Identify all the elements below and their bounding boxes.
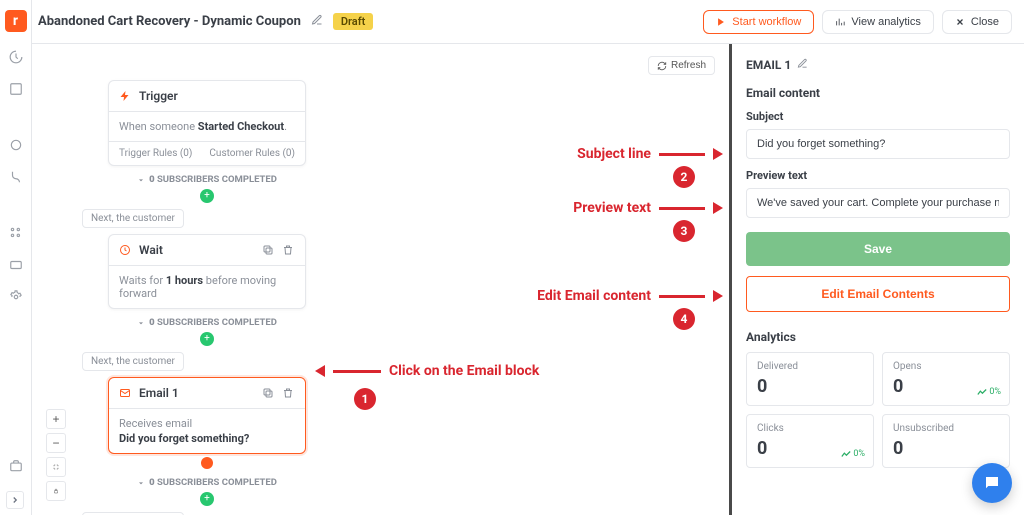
delete-handle[interactable] bbox=[201, 457, 213, 469]
panel-title: EMAIL 1 bbox=[746, 58, 1010, 72]
annotation-badge-4: 4 bbox=[673, 308, 695, 330]
branch-icon[interactable] bbox=[9, 170, 23, 184]
edit-email-contents-button[interactable]: Edit Email Contents bbox=[746, 276, 1010, 312]
metric-delivered[interactable]: Delivered 0 bbox=[746, 352, 874, 406]
gear-icon[interactable] bbox=[9, 290, 23, 304]
email-node-1[interactable]: Email 1 Receives email Did you forget so… bbox=[108, 377, 306, 454]
email-subject-preview: Did you forget something? bbox=[119, 432, 295, 445]
section-email-content: Email content bbox=[746, 86, 1010, 100]
metric-opens[interactable]: Opens 0 0% bbox=[882, 352, 1010, 406]
completed-counter: 0 SUBSCRIBERS COMPLETED bbox=[137, 317, 277, 328]
trend-up-icon: 0% bbox=[977, 387, 1001, 397]
zoom-fit-button[interactable] bbox=[46, 457, 66, 477]
annotation-3: Preview text bbox=[573, 200, 723, 216]
trash-icon[interactable] bbox=[281, 243, 295, 257]
layout-icon[interactable] bbox=[9, 82, 23, 96]
trigger-node[interactable]: Trigger When someone Started Checkout. T… bbox=[108, 80, 306, 166]
grid-icon[interactable] bbox=[9, 226, 23, 240]
zoom-controls: + − bbox=[46, 409, 66, 501]
refresh-button[interactable]: Refresh bbox=[648, 56, 715, 75]
close-label: Close bbox=[971, 16, 999, 28]
metric-unsubscribed[interactable]: Unsubscribed 0 bbox=[882, 414, 1010, 468]
card-icon[interactable] bbox=[9, 258, 23, 272]
workflow-canvas[interactable]: Refresh Trigger When someone Started Che… bbox=[32, 44, 732, 515]
copy-icon[interactable] bbox=[261, 386, 275, 400]
next-chip: Next, the customer bbox=[82, 352, 184, 371]
completed-counter: 0 SUBSCRIBERS COMPLETED bbox=[137, 477, 277, 488]
subject-input[interactable] bbox=[746, 129, 1010, 159]
start-workflow-label: Start workflow bbox=[732, 16, 801, 28]
workflow-title: Abandoned Cart Recovery - Dynamic Coupon bbox=[38, 14, 301, 29]
annotation-badge-1: 1 bbox=[354, 388, 376, 410]
subject-label: Subject bbox=[746, 110, 1010, 123]
side-panel: EMAIL 1 Email content Subject Preview te… bbox=[732, 44, 1024, 515]
trend-up-icon: 0% bbox=[841, 449, 865, 459]
next-chip: Next, the customer bbox=[82, 209, 184, 228]
trigger-title: Trigger bbox=[139, 89, 178, 103]
rail-collapse-toggle[interactable] bbox=[6, 491, 24, 509]
refresh-label: Refresh bbox=[671, 60, 706, 71]
wait-title: Wait bbox=[139, 243, 163, 257]
speed-icon[interactable] bbox=[9, 50, 23, 64]
trash-icon[interactable] bbox=[281, 386, 295, 400]
add-step-button[interactable]: + bbox=[200, 189, 214, 203]
copy-icon[interactable] bbox=[261, 243, 275, 257]
add-step-button[interactable]: + bbox=[200, 492, 214, 506]
timer-icon[interactable] bbox=[9, 138, 23, 152]
annotation-2: Subject line bbox=[577, 146, 723, 162]
annotation-4: Edit Email content bbox=[537, 288, 723, 304]
metric-clicks[interactable]: Clicks 0 0% bbox=[746, 414, 874, 468]
zoom-in-button[interactable]: + bbox=[46, 409, 66, 429]
wait-node-1[interactable]: Wait Waits for 1 hours before moving for… bbox=[108, 234, 306, 309]
zoom-lock-button[interactable] bbox=[46, 481, 66, 501]
start-workflow-button[interactable]: Start workflow bbox=[703, 10, 814, 34]
annotation-badge-3: 3 bbox=[673, 220, 695, 242]
top-bar: Abandoned Cart Recovery - Dynamic Coupon… bbox=[32, 0, 1024, 44]
chat-widget[interactable] bbox=[972, 463, 1012, 503]
zoom-out-button[interactable]: − bbox=[46, 433, 66, 453]
app-logo[interactable]: r bbox=[5, 10, 27, 32]
customer-rules-count[interactable]: Customer Rules (0) bbox=[209, 148, 295, 159]
section-analytics: Analytics bbox=[746, 330, 1010, 344]
view-analytics-label: View analytics bbox=[851, 16, 921, 28]
add-step-button[interactable]: + bbox=[200, 332, 214, 346]
trigger-rules-count[interactable]: Trigger Rules (0) bbox=[119, 148, 192, 159]
completed-counter: 0 SUBSCRIBERS COMPLETED bbox=[137, 174, 277, 185]
email-line1: Receives email bbox=[119, 417, 295, 430]
close-button[interactable]: Close bbox=[942, 10, 1012, 34]
edit-panel-icon[interactable] bbox=[797, 58, 808, 72]
briefcase-icon[interactable] bbox=[9, 459, 23, 473]
annotation-1: Click on the Email block bbox=[315, 363, 539, 379]
status-badge: Draft bbox=[333, 13, 373, 30]
view-analytics-button[interactable]: View analytics bbox=[822, 10, 934, 34]
preview-label: Preview text bbox=[746, 169, 1010, 182]
preview-input[interactable] bbox=[746, 188, 1010, 218]
edit-title-icon[interactable] bbox=[311, 14, 323, 29]
email-title: Email 1 bbox=[139, 386, 179, 400]
annotation-badge-2: 2 bbox=[673, 166, 695, 188]
save-button[interactable]: Save bbox=[746, 232, 1010, 266]
left-nav-rail: r bbox=[0, 0, 32, 515]
